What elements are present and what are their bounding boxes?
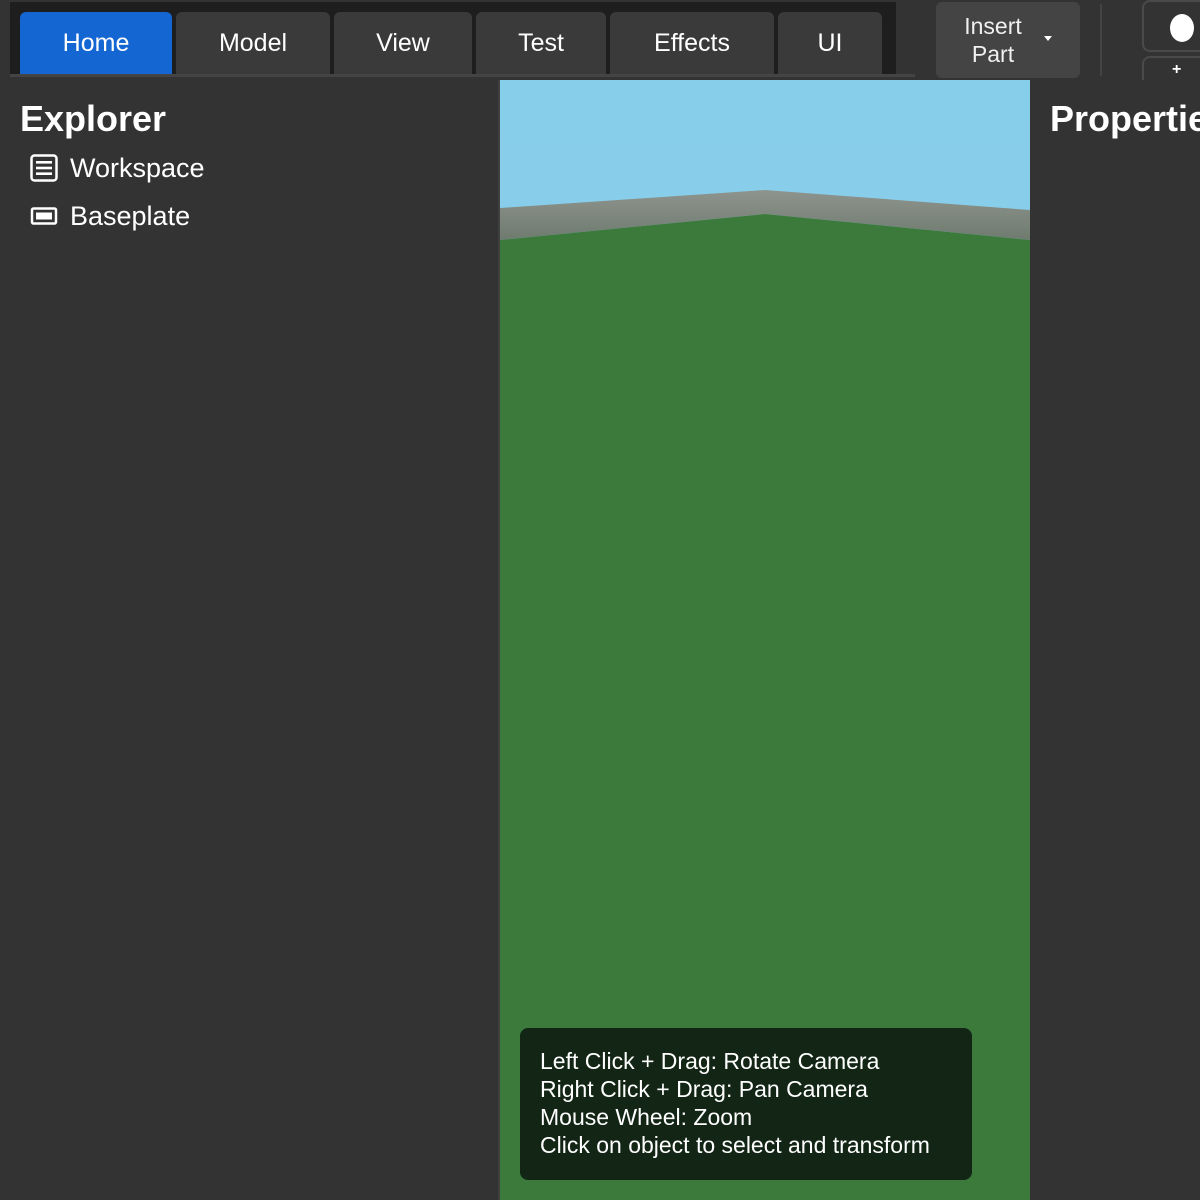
properties-panel: Properties	[1030, 80, 1200, 1200]
camera-controls-hint: Left Click + Drag: Rotate Camera Right C…	[520, 1028, 972, 1180]
studio-app: Home Model View Test Effects UI Insert P…	[0, 0, 1200, 1200]
color-swatch-button[interactable]	[1142, 0, 1200, 52]
explorer-item-label: Workspace	[70, 152, 205, 183]
hint-line-zoom: Mouse Wheel: Zoom	[540, 1104, 753, 1130]
explorer-panel: Explorer Workspace Baseplate	[0, 80, 498, 1200]
top-toolbar: Home Model View Test Effects UI Insert P…	[0, 0, 1200, 86]
insert-label-line1: Insert	[964, 13, 1022, 39]
tab-model[interactable]: Model	[176, 12, 330, 74]
tab-ui[interactable]: UI	[778, 12, 882, 74]
hint-line-select: Click on object to select and transform	[540, 1132, 930, 1158]
toolbar-underline	[10, 74, 915, 77]
insert-part-label: Insert Part	[936, 12, 1050, 68]
insert-part-button[interactable]: Insert Part	[936, 2, 1080, 78]
explorer-item-workspace[interactable]: Workspace	[30, 148, 470, 188]
tab-test[interactable]: Test	[476, 12, 606, 74]
caret-down-icon[interactable]	[1044, 36, 1052, 41]
explorer-item-label: Baseplate	[70, 200, 191, 231]
insert-label-line2: Part	[971, 41, 1015, 67]
tab-effects[interactable]: Effects	[610, 12, 774, 74]
tab-view[interactable]: View	[334, 12, 472, 74]
tab-home[interactable]: Home	[20, 12, 172, 74]
workspace-icon	[30, 154, 58, 182]
circle-icon	[1170, 14, 1194, 42]
explorer-title: Explorer	[20, 98, 167, 139]
properties-title: Properties	[1050, 98, 1200, 139]
toolbar-divider	[1100, 4, 1102, 76]
plus-icon: +	[1172, 61, 1182, 78]
hint-line-pan: Right Click + Drag: Pan Camera	[540, 1076, 868, 1102]
hint-line-rotate: Left Click + Drag: Rotate Camera	[540, 1048, 880, 1074]
tab-strip: Home Model View Test Effects UI	[10, 2, 896, 74]
part-icon	[30, 202, 58, 230]
explorer-item-baseplate[interactable]: Baseplate	[30, 196, 470, 236]
3d-viewport[interactable]: Left Click + Drag: Rotate Camera Right C…	[500, 80, 1030, 1200]
